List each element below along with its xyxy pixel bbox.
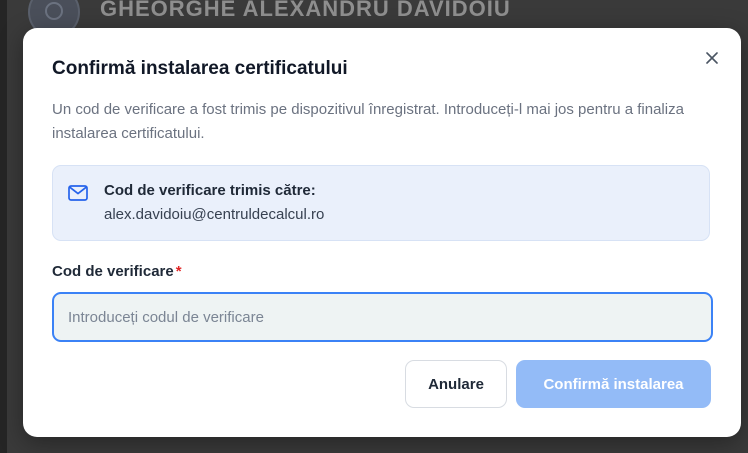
close-icon <box>706 52 718 64</box>
dialog-title: Confirmă instalarea certificatului <box>52 58 348 79</box>
background-user-name: GHEORGHE ALEXANDRU DAVIDOIU <box>100 0 511 21</box>
mail-icon <box>68 185 88 201</box>
dialog-description: Un cod de verificare a fost trimis pe di… <box>52 101 684 142</box>
confirm-certificate-dialog: Confirmă instalarea certificatului Un co… <box>23 28 741 437</box>
info-email: alex.davidoiu@centruldecalcul.ro <box>104 206 325 223</box>
close-button[interactable] <box>702 48 722 68</box>
confirm-install-button[interactable]: Confirmă instalarea <box>516 360 711 408</box>
user-icon <box>45 2 63 20</box>
info-title: Cod de verificare trimis către: <box>104 182 316 199</box>
verification-code-input[interactable] <box>52 292 713 342</box>
required-marker: * <box>175 263 182 280</box>
verification-sent-info: Cod de verificare trimis către: alex.dav… <box>52 165 710 241</box>
cancel-button[interactable]: Anulare <box>405 360 507 408</box>
background-edge <box>0 0 7 453</box>
verification-code-label: Cod de verificare * <box>52 263 182 280</box>
verification-code-label-text: Cod de verificare <box>52 263 174 280</box>
